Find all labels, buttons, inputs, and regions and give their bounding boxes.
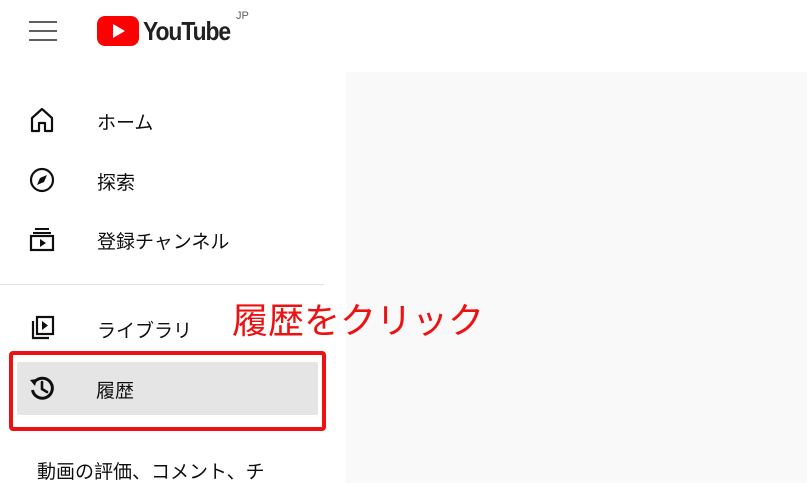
sidebar-item-label: ライブラリ [97, 320, 193, 342]
sidebar-item-home[interactable]: ホーム [0, 95, 346, 143]
annotation-text: 履歴をクリック [232, 301, 485, 342]
main-content-area [346, 72, 807, 483]
sidebar-divider [0, 284, 324, 285]
region-label: JP [236, 10, 249, 22]
sign-in-prompt-text: 動画の評価、コメント、チ [37, 461, 265, 483]
sidebar-item-label: 登録チャンネル [97, 231, 230, 253]
sidebar-item-label: ホーム [97, 112, 154, 134]
logo-wordmark: YouTube [143, 15, 231, 46]
sidebar-item-label: 探索 [97, 172, 136, 194]
youtube-logo[interactable]: YouTube JP [97, 10, 249, 48]
annotation-highlight-box [9, 351, 326, 431]
sidebar-item-explore[interactable]: 探索 [0, 155, 346, 203]
subscriptions-icon [27, 224, 57, 254]
menu-icon[interactable] [29, 21, 57, 41]
sidebar-item-subscriptions[interactable]: 登録チャンネル [0, 214, 346, 262]
library-icon [27, 313, 57, 343]
youtube-play-icon [97, 16, 139, 46]
compass-icon [27, 165, 57, 195]
home-icon [27, 105, 57, 135]
